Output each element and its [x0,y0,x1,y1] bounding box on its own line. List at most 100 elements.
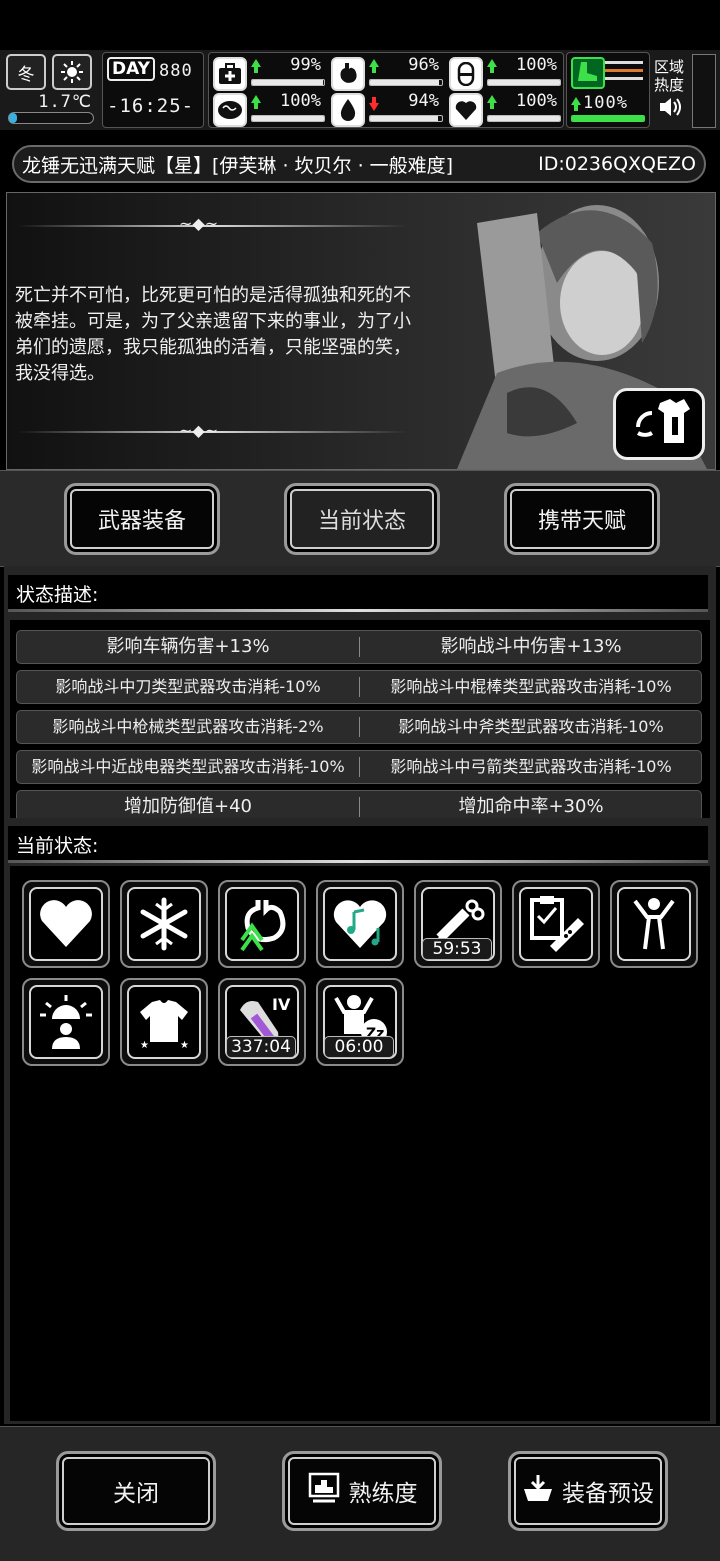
status-hud: 冬 1.7℃ DAY 880 -16:25- 99% 96% 100% 100% 94%… [0,50,720,130]
status-description-row: 影响车辆伤害+13% 影响战斗中伤害+13% [16,630,702,664]
clothing-status-icon: ★ ★ [127,985,201,1059]
tab-carried-talents[interactable]: 携带天赋 [504,483,660,555]
sun-icon [52,54,92,90]
status-effect-text: 影响战斗中近战电器类型武器攻击消耗-10% [31,757,345,776]
heart-icon [449,93,483,127]
status-description-row: 影响战斗中刀类型武器攻击消耗-10% 影响战斗中棍棒类型武器攻击消耗-10% [16,670,702,704]
row-divider [359,797,360,817]
vital-bar [251,79,325,86]
close-button-label: 关闭 [113,1481,159,1507]
medkit-icon [213,57,247,91]
status-timer: 337:04 [226,1036,296,1058]
region-heat-label: 区域热度 [654,58,685,94]
vital-value: 96% [408,55,439,75]
status-effect-slot[interactable] [22,880,110,968]
vital-bar [369,115,443,122]
vital-value: 100% [516,91,557,111]
preset-download-icon [522,1473,554,1509]
row-divider [359,637,360,657]
section-divider [8,609,708,612]
time-readout: -16:25- [107,95,195,117]
status-effect-slot[interactable]: IV 337:04 [218,978,306,1066]
temperature-readout: 1.7℃ [38,92,92,112]
status-effect-slot[interactable] [610,880,698,968]
day-time-box: DAY 880 -16:25- [102,52,204,128]
speaker-icon[interactable] [658,96,684,122]
status-effect-slot[interactable]: 59:53 [414,880,502,968]
current-status-header: 当前状态: [8,826,708,862]
wardrobe-swap-icon [626,397,692,451]
row-divider [359,717,360,737]
status-effect-slot[interactable] [512,880,600,968]
status-description-header: 状态描述: [8,575,708,611]
vital-bar [487,115,561,122]
brain-icon [213,93,247,127]
status-effect-text: 影响战斗中刀类型武器攻击消耗-10% [55,677,321,696]
vital-value: 100% [516,55,557,75]
tab-weapon-equipment[interactable]: 武器装备 [64,483,220,555]
status-timer: 06:00 [324,1036,394,1058]
boot-icon [571,57,605,89]
close-button[interactable]: 关闭 [56,1451,216,1531]
ornament-diamond-icon: ~◆~ [179,214,219,233]
equipment-preset-label: 装备预设 [562,1481,654,1507]
section-divider [8,860,708,863]
row-divider [359,677,360,697]
season-icon: 冬 [6,54,46,90]
status-effect-text: 影响战斗中弓箭类型武器攻击消耗-10% [390,757,672,776]
temperature-gauge [8,112,94,124]
vitals-panel: 99% 96% 100% 100% 94% 100% [208,52,564,128]
injury-level-badge: IV [272,995,291,1014]
stamina-value: 100% [583,93,628,113]
tab-bar: 武器装备 当前状态 携带天赋 [0,470,720,567]
row-divider [359,757,360,777]
status-effect-text: 影响战斗中斧类型武器攻击消耗-10% [398,717,664,736]
medical-record-status-icon [519,887,593,961]
wardrobe-swap-button[interactable] [613,388,705,460]
status-effect-slot[interactable] [218,880,306,968]
vital-value: 100% [280,91,321,111]
status-effect-text: 影响车辆伤害+13% [106,636,270,657]
status-effect-slot[interactable] [120,880,208,968]
pill-icon [449,57,483,91]
vital-bar [487,79,561,86]
alarm-person-status-icon [29,985,103,1059]
vital-bar [369,79,443,86]
status-effect-slot[interactable] [316,880,404,968]
character-quote: 死亡并不可怕，比死更可怕的是活得孤独和死的不被牵挂。可是，为了父亲遗留下来的事业… [15,285,411,384]
season-label: 冬 [17,64,35,85]
status-description-row: 影响战斗中近战电器类型武器攻击消耗-10% 影响战斗中弓箭类型武器攻击消耗-10% [16,750,702,784]
region-heat-meter [692,54,716,128]
status-effect-slot[interactable]: Zz 06:00 [316,978,404,1066]
status-description-row: 影响战斗中枪械类型武器攻击消耗-2% 影响战斗中斧类型武器攻击消耗-10% [16,710,702,744]
status-effect-text: 增加命中率+30% [458,796,604,817]
character-portrait-panel: ~◆~ 死亡并不可怕，比死更可怕的是活得孤独和死的不被牵挂。可是，为了父亲遗留下… [6,192,716,470]
character-title-bar: 龙锤无迅满天赋【星】[伊芙琳 · 坎贝尔 · 一般难度] ID:0236QXQE… [12,145,706,183]
vital-value: 94% [408,91,439,111]
vital-bar [251,115,325,122]
status-effect-text: 影响战斗中枪械类型武器攻击消耗-2% [52,717,324,736]
status-description-row: 增加防御值+40 增加命中率+30% [16,790,702,818]
podium-icon [307,1471,341,1511]
ornament-diamond-icon: ~◆~ [179,421,219,440]
stomach-icon [331,57,365,91]
proficiency-button-label: 熟练度 [348,1481,418,1507]
current-status-grid: 59:53 ★ ★ IV 337:04 Zz 06:00 [10,866,710,1421]
equipment-preset-button[interactable]: 装备预设 [508,1451,668,1531]
proficiency-button[interactable]: 熟练度 [282,1451,442,1531]
status-timer: 59:53 [422,938,492,960]
bottom-action-bar: 关闭 熟练度 装备预设 [0,1426,720,1561]
status-effect-slot[interactable] [22,978,110,1066]
stamina-panel: 100% [566,52,650,128]
tab-current-status[interactable]: 当前状态 [284,483,440,555]
status-description-list[interactable]: 影响车辆伤害+13% 影响战斗中伤害+13% 影响战斗中刀类型武器攻击消耗-10% 影… [10,620,710,818]
stomach-status-icon [225,887,299,961]
status-effect-text: 影响战斗中伤害+13% [440,636,622,657]
svg-text:★: ★ [140,1040,149,1050]
status-effect-text: 影响战斗中棍棒类型武器攻击消耗-10% [390,677,672,696]
snowflake-status-icon [127,887,201,961]
day-label: DAY [107,57,155,81]
status-effect-slot[interactable]: ★ ★ [120,978,208,1066]
water-drop-icon [331,93,365,127]
character-id: ID:0236QXQEZO [538,153,696,175]
